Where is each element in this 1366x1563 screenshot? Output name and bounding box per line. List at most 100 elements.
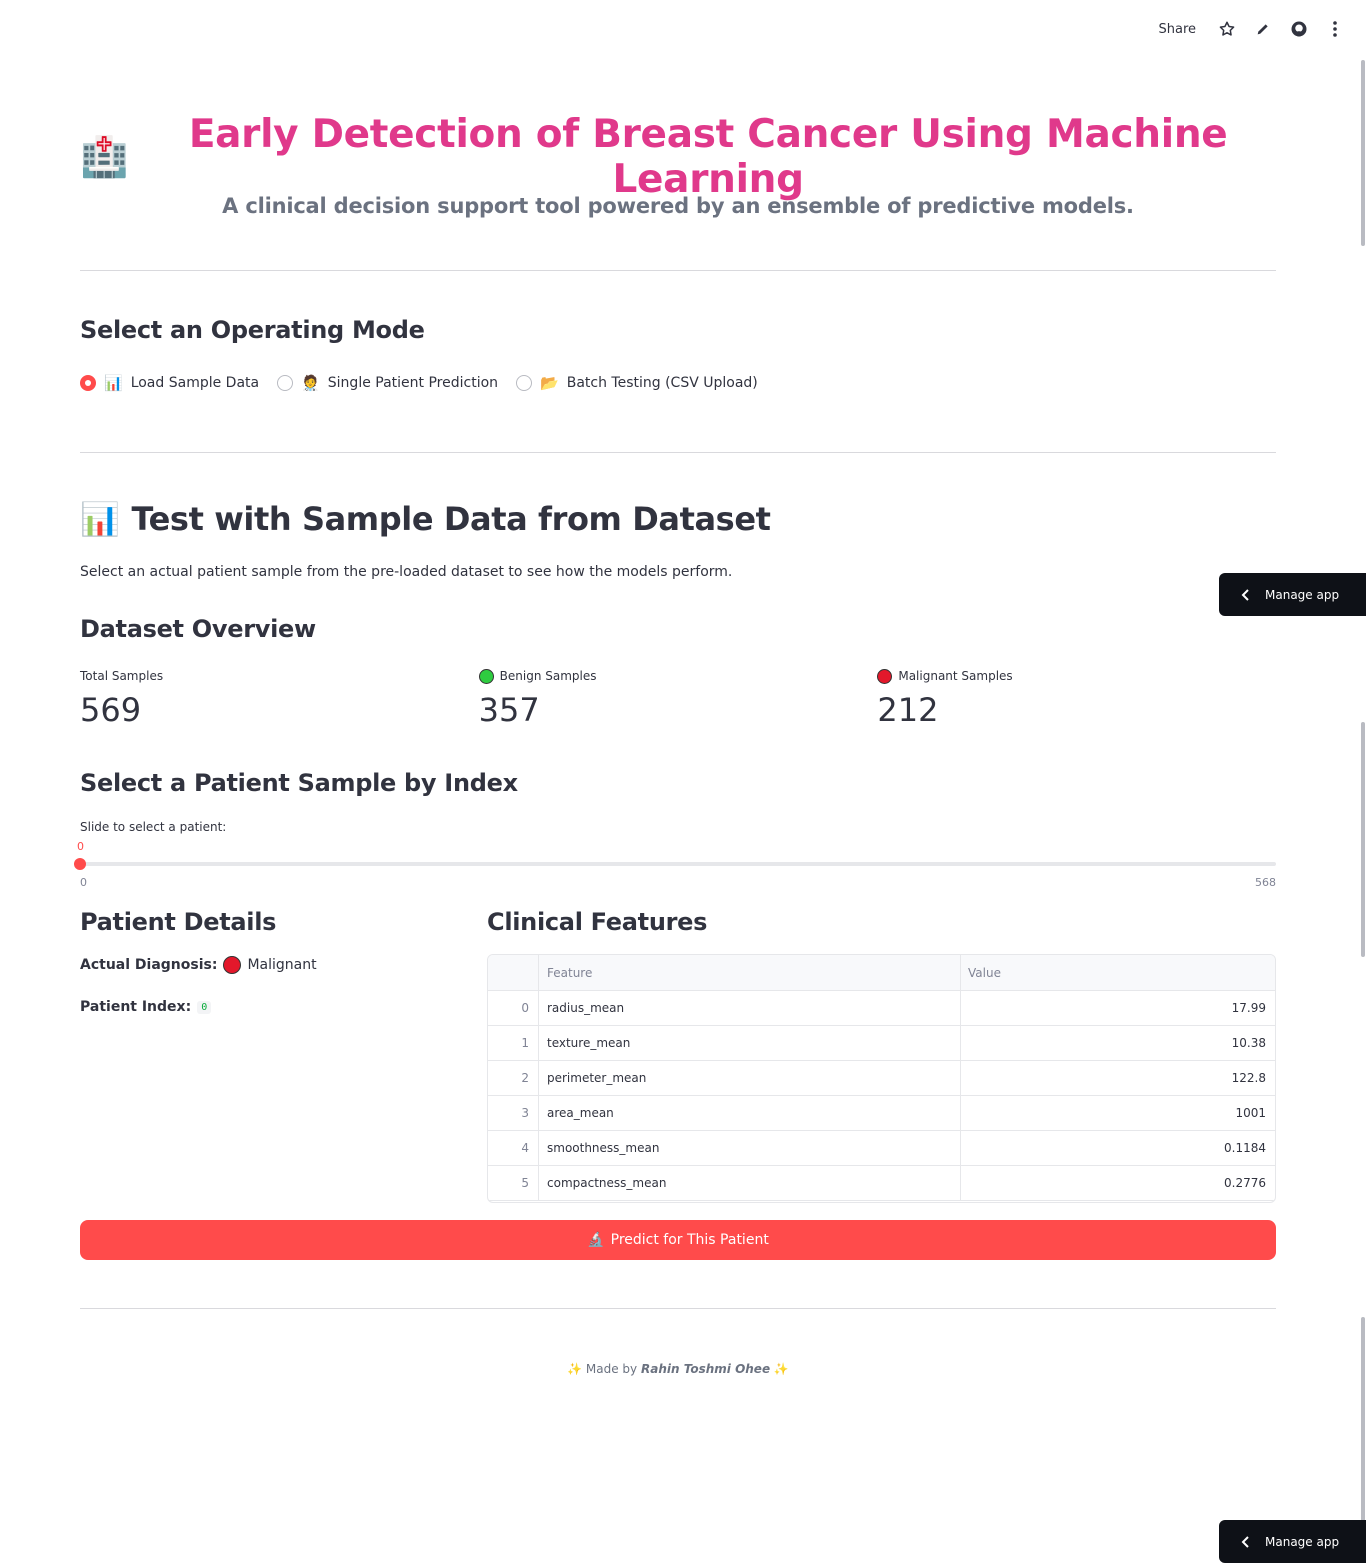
page-title-text: Early Detection of Breast Cancer Using M… [188,112,1228,202]
sparkles-icon: ✨ [567,1362,583,1376]
radio-label: Single Patient Prediction [327,375,499,391]
metric-total-samples: Total Samples 569 [80,667,479,729]
feature-cell: texture_mean [539,1026,961,1060]
scrollbar-thumb[interactable] [1361,60,1365,246]
hospital-icon: 🏥 [80,135,129,180]
bar-chart-icon: 📊 [80,500,120,538]
metric-label: Total Samples [80,669,164,683]
slider-max-label: 568 [1255,876,1276,889]
patient-index-value: 0 [197,1000,212,1014]
manage-app-label: Manage app [1265,587,1340,602]
feature-cell: smoothness_mean [539,1131,961,1165]
radio-indicator[interactable] [516,375,533,391]
table-row[interactable]: 5 compactness_mean 0.2776 [488,1166,1275,1201]
row-index: 5 [488,1166,539,1200]
chevron-left-icon [1241,588,1249,601]
row-index: 4 [488,1131,539,1165]
star-icon[interactable] [1216,18,1238,40]
value-cell: 122.8 [1231,1071,1266,1085]
table-row[interactable]: 0 radius_mean 17.99 [488,991,1275,1026]
clinical-features-table[interactable]: Feature Value 0 radius_mean 17.99 1 text… [487,954,1276,1203]
microscope-icon: 🔬 [587,1232,605,1248]
radio-selected-indicator[interactable] [80,375,96,391]
metric-label: Malignant Samples [898,669,1013,683]
column-header-feature[interactable]: Feature [539,955,961,990]
divider [80,270,1276,271]
radio-indicator[interactable] [277,375,294,391]
slider-current-value: 0 [77,840,84,853]
predict-button-label: Predict for This Patient [610,1232,769,1248]
divider [80,452,1276,453]
folder-icon: 📂 [540,374,559,392]
metric-value: 212 [877,691,939,729]
value-cell: 10.38 [1231,1036,1266,1050]
diagnosis-label: Actual Diagnosis: [80,957,218,973]
page-subtitle: A clinical decision support tool powered… [222,194,1134,218]
green-circle-icon [478,668,494,684]
share-button[interactable]: Share [1158,22,1196,37]
red-circle-icon [877,668,893,684]
footer-author: Rahin Toshmi Ohee [640,1362,771,1376]
more-menu-icon[interactable] [1324,18,1346,40]
patient-details-heading: Patient Details [80,908,277,936]
diagnosis-value: Malignant [247,957,317,973]
metric-value: 569 [80,691,142,729]
chevron-left-icon [1241,1535,1249,1548]
top-toolbar: Share [1158,16,1346,42]
footer: ✨ Made by Rahin Toshmi Ohee ✨ [80,1362,1276,1376]
row-index: 0 [488,991,539,1025]
table-row[interactable]: 1 texture_mean 10.38 [488,1026,1275,1061]
footer-prefix: Made by [585,1362,638,1376]
row-index: 1 [488,1026,539,1060]
overview-heading: Dataset Overview [80,615,316,643]
row-index: 3 [488,1096,539,1130]
page-title: 🏥 Early Detection of Breast Cancer Using… [80,112,1276,202]
edit-icon[interactable] [1252,18,1274,40]
metric-value: 357 [478,691,540,729]
feature-cell: perimeter_mean [539,1061,961,1095]
bar-chart-icon: 📊 [104,374,123,392]
table-row[interactable]: 2 perimeter_mean 122.8 [488,1061,1275,1096]
row-index: 2 [488,1061,539,1095]
column-header-value[interactable]: Value [961,955,1275,990]
predict-button[interactable]: 🔬 Predict for This Patient [80,1220,1276,1260]
divider [80,1308,1276,1309]
manage-app-button[interactable]: Manage app [1219,573,1366,616]
patient-index-label: Patient Index: [80,999,192,1015]
health-worker-icon: 🧑‍⚕️ [301,374,320,392]
radio-load-sample-data[interactable]: 📊 Load Sample Data [80,374,259,392]
radio-single-patient-prediction[interactable]: 🧑‍⚕️ Single Patient Prediction [277,374,498,392]
value-cell: 1001 [1235,1106,1266,1120]
page-scrollbar[interactable] [1360,60,1366,1563]
column-header-index[interactable] [488,955,539,990]
radio-label: Load Sample Data [130,375,260,391]
clinical-features-heading: Clinical Features [487,908,708,936]
manage-app-button[interactable]: Manage app [1219,1520,1366,1563]
github-icon[interactable] [1288,18,1310,40]
value-cell: 17.99 [1231,1001,1266,1015]
metric-label-row: Benign Samples [478,667,878,685]
metric-benign-samples: Benign Samples 357 [478,667,878,729]
patient-slider-thumb[interactable] [74,858,86,870]
table-row[interactable]: 4 smoothness_mean 0.1184 [488,1131,1275,1166]
metric-malignant-samples: Malignant Samples 212 [877,667,1276,729]
manage-app-label: Manage app [1265,1534,1340,1549]
slider-min-label: 0 [80,876,87,889]
dataset-metrics: Total Samples 569 Benign Samples 357 Mal… [80,667,1276,729]
feature-cell: compactness_mean [539,1166,961,1200]
radio-batch-testing[interactable]: 📂 Batch Testing (CSV Upload) [516,374,758,392]
mode-radio-group: 📊 Load Sample Data 🧑‍⚕️ Single Patient P… [80,374,758,392]
red-circle-icon [223,956,242,974]
table-header-row: Feature Value [488,955,1275,991]
slider-label: Slide to select a patient: [80,820,227,834]
page-title-row: 🏥 Early Detection of Breast Cancer Using… [80,112,1276,202]
feature-cell: area_mean [539,1096,961,1130]
scrollbar-thumb-segment[interactable] [1361,722,1365,957]
actual-diagnosis: Actual Diagnosis: Malignant [80,956,317,974]
table-row[interactable]: 3 area_mean 1001 [488,1096,1275,1131]
metric-label-row: Malignant Samples [877,667,1276,685]
sample-heading-text: Test with Sample Data from Dataset [131,500,771,538]
patient-slider-track[interactable] [80,862,1276,866]
selector-heading: Select a Patient Sample by Index [80,769,518,797]
metric-label: Benign Samples [499,669,597,683]
